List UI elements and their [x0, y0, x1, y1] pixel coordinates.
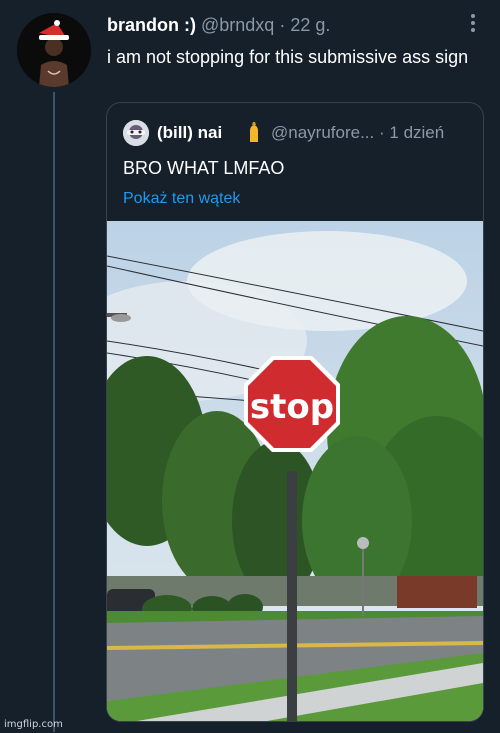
- pinched-fingers-icon: [244, 122, 264, 144]
- quoted-avatar[interactable]: [123, 120, 149, 146]
- quoted-avatar-image: [123, 120, 149, 146]
- imgflip-watermark: imgflip.com: [4, 719, 63, 730]
- tweet-time[interactable]: 22 g.: [290, 15, 330, 35]
- tweet-text: i am not stopping for this submissive as…: [107, 47, 469, 67]
- quoted-author-handle[interactable]: @nayrufore...: [271, 123, 374, 142]
- author-handle[interactable]: @brndxq: [201, 15, 274, 35]
- show-thread-link[interactable]: Pokaż ten wątek: [123, 188, 240, 210]
- more-options-icon[interactable]: [466, 12, 480, 34]
- separator-dot: ·: [279, 15, 286, 35]
- quoted-time[interactable]: 1 dzień: [389, 123, 444, 142]
- quoted-separator-dot: ·: [378, 123, 385, 142]
- author-name[interactable]: brandon :): [107, 15, 196, 35]
- stop-sign-photo[interactable]: stop: [107, 221, 483, 721]
- quoted-author-name[interactable]: (bill) nai: [157, 123, 222, 142]
- avatar[interactable]: [17, 13, 91, 87]
- tweet-header: brandon :) @brndxq · 22 g.: [107, 14, 467, 36]
- quoted-meta: @nayrufore... · 1 dzień: [271, 122, 444, 144]
- stop-sign: stop: [244, 356, 340, 452]
- stop-sign-text: stop: [250, 387, 334, 427]
- avatar-image: [17, 13, 91, 87]
- quoted-text: BRO WHAT LMFAO: [123, 158, 285, 178]
- thread-line: [53, 92, 55, 732]
- quoted-tweet[interactable]: (bill) nai @nayrufore... · 1 dzień BRO W…: [106, 102, 484, 722]
- quoted-author-line: (bill) nai: [157, 122, 222, 144]
